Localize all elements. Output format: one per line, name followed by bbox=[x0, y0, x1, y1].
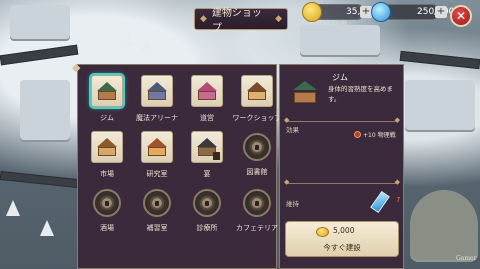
shop-item[interactable]: 宴 bbox=[182, 131, 232, 187]
ornament-icon: ◆ bbox=[275, 14, 282, 24]
snowy-roof bbox=[300, 25, 380, 55]
shop-item[interactable]: カフェテリア bbox=[232, 187, 282, 243]
shop-item[interactable]: 補習室 bbox=[132, 187, 182, 243]
snowy-tree bbox=[40, 220, 54, 236]
gym-thumbnail-icon bbox=[293, 81, 319, 107]
lock-icon bbox=[100, 196, 114, 210]
building-icon-market[interactable] bbox=[91, 131, 123, 163]
lock-icon bbox=[250, 140, 264, 154]
gold-rate: 2,500/時 bbox=[326, 21, 347, 27]
shop-item[interactable]: 研究室 bbox=[132, 131, 182, 187]
item-label: 魔法アリーナ bbox=[136, 114, 178, 122]
item-label: 補習室 bbox=[146, 224, 168, 232]
shop-item[interactable]: 診療所 bbox=[182, 187, 232, 243]
building-detail-panel: ジム 身体的習熟度を高めます。 効果 +10 物理戦 維持 7 5,000 今す… bbox=[279, 64, 404, 269]
item-label: カフェテリア bbox=[236, 224, 278, 232]
gold-coin-icon bbox=[316, 227, 329, 237]
divider bbox=[284, 178, 400, 186]
item-label: ワークショップ bbox=[232, 114, 282, 122]
building-icon-workshop[interactable] bbox=[241, 75, 273, 107]
build-label: 今すぐ建設 bbox=[323, 243, 361, 252]
lock-icon bbox=[200, 196, 214, 210]
shop-item[interactable]: 道営 bbox=[182, 75, 232, 131]
building-icon-arena[interactable] bbox=[141, 75, 173, 107]
add-gem-button[interactable]: + bbox=[435, 6, 447, 18]
item-label: 研究室 bbox=[146, 170, 168, 178]
shop-item[interactable]: 市場 bbox=[82, 131, 132, 187]
building-grid: ジム 魔法アリーナ 道営 ワークショップ 市場 研究室 宴 図書館 酒場 補習室… bbox=[82, 75, 282, 243]
shop-item[interactable]: 酒場 bbox=[82, 187, 132, 243]
item-label: 道営 bbox=[200, 114, 214, 122]
building-name: ジム bbox=[332, 73, 348, 82]
locked-building-icon[interactable] bbox=[143, 189, 171, 217]
snowy-tree bbox=[120, 30, 134, 46]
item-label: ジム bbox=[100, 114, 114, 122]
castle-wall bbox=[0, 170, 79, 189]
shop-item[interactable]: 図書館 bbox=[232, 131, 282, 187]
close-button[interactable]: ✕ bbox=[450, 5, 472, 27]
lock-badge-icon bbox=[213, 152, 220, 160]
page-title: ◆ 建物ショップ ◆ bbox=[194, 8, 288, 34]
lock-icon bbox=[150, 196, 164, 210]
gem-icon bbox=[371, 2, 391, 22]
build-now-button[interactable]: 5,000 今すぐ建設 bbox=[285, 221, 399, 257]
effect-value: +10 物理戦 bbox=[354, 130, 396, 139]
gem-counter: 250/600 + bbox=[371, 2, 454, 22]
ornament-icon: ◆ bbox=[200, 14, 207, 24]
corner-ornament-icon: ◆ bbox=[72, 61, 81, 74]
shop-panel: ◆ ジム 魔法アリーナ 道営 ワークショップ 市場 研究室 宴 図書館 酒場 補… bbox=[72, 61, 282, 269]
building-icon-gym[interactable] bbox=[91, 75, 123, 107]
close-icon: ✕ bbox=[455, 9, 467, 23]
divider bbox=[284, 116, 400, 124]
effect-text: +10 物理戦 bbox=[363, 132, 396, 139]
maintenance-heading: 維持 bbox=[286, 200, 299, 208]
snowy-roof bbox=[20, 80, 70, 140]
item-label: 市場 bbox=[100, 170, 114, 178]
locked-building-icon[interactable] bbox=[93, 189, 121, 217]
building-icon-banquet[interactable] bbox=[191, 131, 223, 163]
maintenance-value: 7 bbox=[396, 196, 401, 204]
item-label: 図書館 bbox=[246, 168, 268, 176]
locked-building-icon[interactable] bbox=[193, 189, 221, 217]
crystal-icon bbox=[370, 190, 390, 214]
item-label: 酒場 bbox=[100, 224, 114, 232]
tower-dome bbox=[410, 190, 478, 260]
building-description: 身体的習熟度を高めます。 bbox=[328, 85, 393, 103]
castle-wall bbox=[0, 44, 79, 66]
locked-building-icon[interactable] bbox=[243, 133, 271, 161]
build-price: 5,000 bbox=[333, 226, 355, 235]
building-icon-dormitory[interactable] bbox=[191, 75, 223, 107]
lock-icon bbox=[250, 196, 264, 210]
building-icon-laboratory[interactable] bbox=[141, 131, 173, 163]
shop-item[interactable]: ワークショップ bbox=[232, 75, 282, 131]
shop-item[interactable]: ジム bbox=[82, 75, 132, 131]
page-title-text: 建物ショップ bbox=[211, 8, 262, 34]
effect-heading: 効果 bbox=[286, 126, 299, 134]
snowy-tree bbox=[140, 36, 154, 52]
locked-building-icon[interactable] bbox=[243, 189, 271, 217]
snowy-roof bbox=[405, 80, 475, 130]
gold-coin-icon bbox=[302, 2, 322, 22]
gold-counter: 35,700 2,500/時 + bbox=[302, 2, 378, 27]
item-label: 宴 bbox=[203, 170, 211, 178]
snowy-tree bbox=[6, 200, 20, 216]
shop-item[interactable]: 魔法アリーナ bbox=[132, 75, 182, 131]
strength-icon bbox=[354, 131, 361, 138]
watermark: Gamer bbox=[456, 255, 477, 262]
castle-wall bbox=[399, 50, 480, 70]
item-label: 診療所 bbox=[196, 224, 218, 232]
snowy-roof bbox=[10, 5, 70, 39]
